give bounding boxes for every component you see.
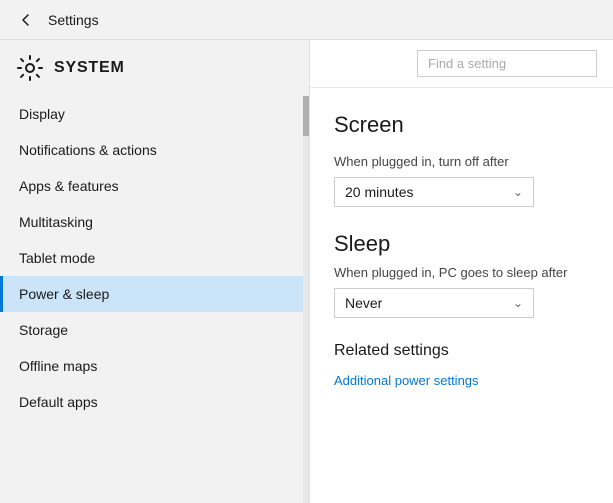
gear-icon bbox=[16, 54, 44, 82]
main-content: Screen When plugged in, turn off after 2… bbox=[310, 88, 613, 503]
content-area: SYSTEM Display Notifications & actions A… bbox=[0, 40, 613, 503]
screen-setting-label: When plugged in, turn off after bbox=[334, 154, 589, 169]
sidebar-item-display[interactable]: Display bbox=[0, 96, 309, 132]
screen-dropdown-arrow: ⌄ bbox=[513, 185, 523, 199]
sidebar-item-apps[interactable]: Apps & features bbox=[0, 168, 309, 204]
sleep-section-title: Sleep bbox=[334, 231, 589, 257]
screen-dropdown[interactable]: 20 minutes ⌄ bbox=[334, 177, 534, 207]
screen-section: Screen When plugged in, turn off after 2… bbox=[334, 112, 589, 207]
sleep-setting-label: When plugged in, PC goes to sleep after bbox=[334, 265, 589, 280]
search-bar bbox=[310, 40, 613, 88]
sidebar-item-notifications[interactable]: Notifications & actions bbox=[0, 132, 309, 168]
sidebar-item-multitasking[interactable]: Multitasking bbox=[0, 204, 309, 240]
additional-power-settings-link[interactable]: Additional power settings bbox=[334, 373, 479, 388]
search-input[interactable] bbox=[417, 50, 597, 77]
system-title: SYSTEM bbox=[54, 59, 125, 77]
sleep-dropdown-value: Never bbox=[345, 295, 382, 311]
sidebar-header: SYSTEM bbox=[0, 40, 309, 96]
sidebar-item-power[interactable]: Power & sleep bbox=[0, 276, 309, 312]
sleep-section: Sleep When plugged in, PC goes to sleep … bbox=[334, 231, 589, 318]
title-bar-text: Settings bbox=[48, 12, 99, 28]
sidebar: SYSTEM Display Notifications & actions A… bbox=[0, 40, 310, 503]
sidebar-item-default[interactable]: Default apps bbox=[0, 384, 309, 420]
sidebar-item-storage[interactable]: Storage bbox=[0, 312, 309, 348]
sleep-dropdown-arrow: ⌄ bbox=[513, 296, 523, 310]
sidebar-item-offline[interactable]: Offline maps bbox=[0, 348, 309, 384]
sidebar-item-tablet[interactable]: Tablet mode bbox=[0, 240, 309, 276]
sleep-dropdown[interactable]: Never ⌄ bbox=[334, 288, 534, 318]
back-button[interactable] bbox=[12, 6, 40, 34]
screen-dropdown-value: 20 minutes bbox=[345, 184, 413, 200]
title-bar: Settings bbox=[0, 0, 613, 40]
sidebar-nav: Display Notifications & actions Apps & f… bbox=[0, 96, 309, 503]
related-settings-title: Related settings bbox=[334, 342, 589, 360]
screen-section-title: Screen bbox=[334, 112, 589, 138]
scrollbar-track[interactable] bbox=[303, 96, 309, 503]
main-panel: Screen When plugged in, turn off after 2… bbox=[310, 40, 613, 503]
scrollbar-thumb[interactable] bbox=[303, 96, 309, 136]
related-settings: Related settings Additional power settin… bbox=[334, 342, 589, 388]
